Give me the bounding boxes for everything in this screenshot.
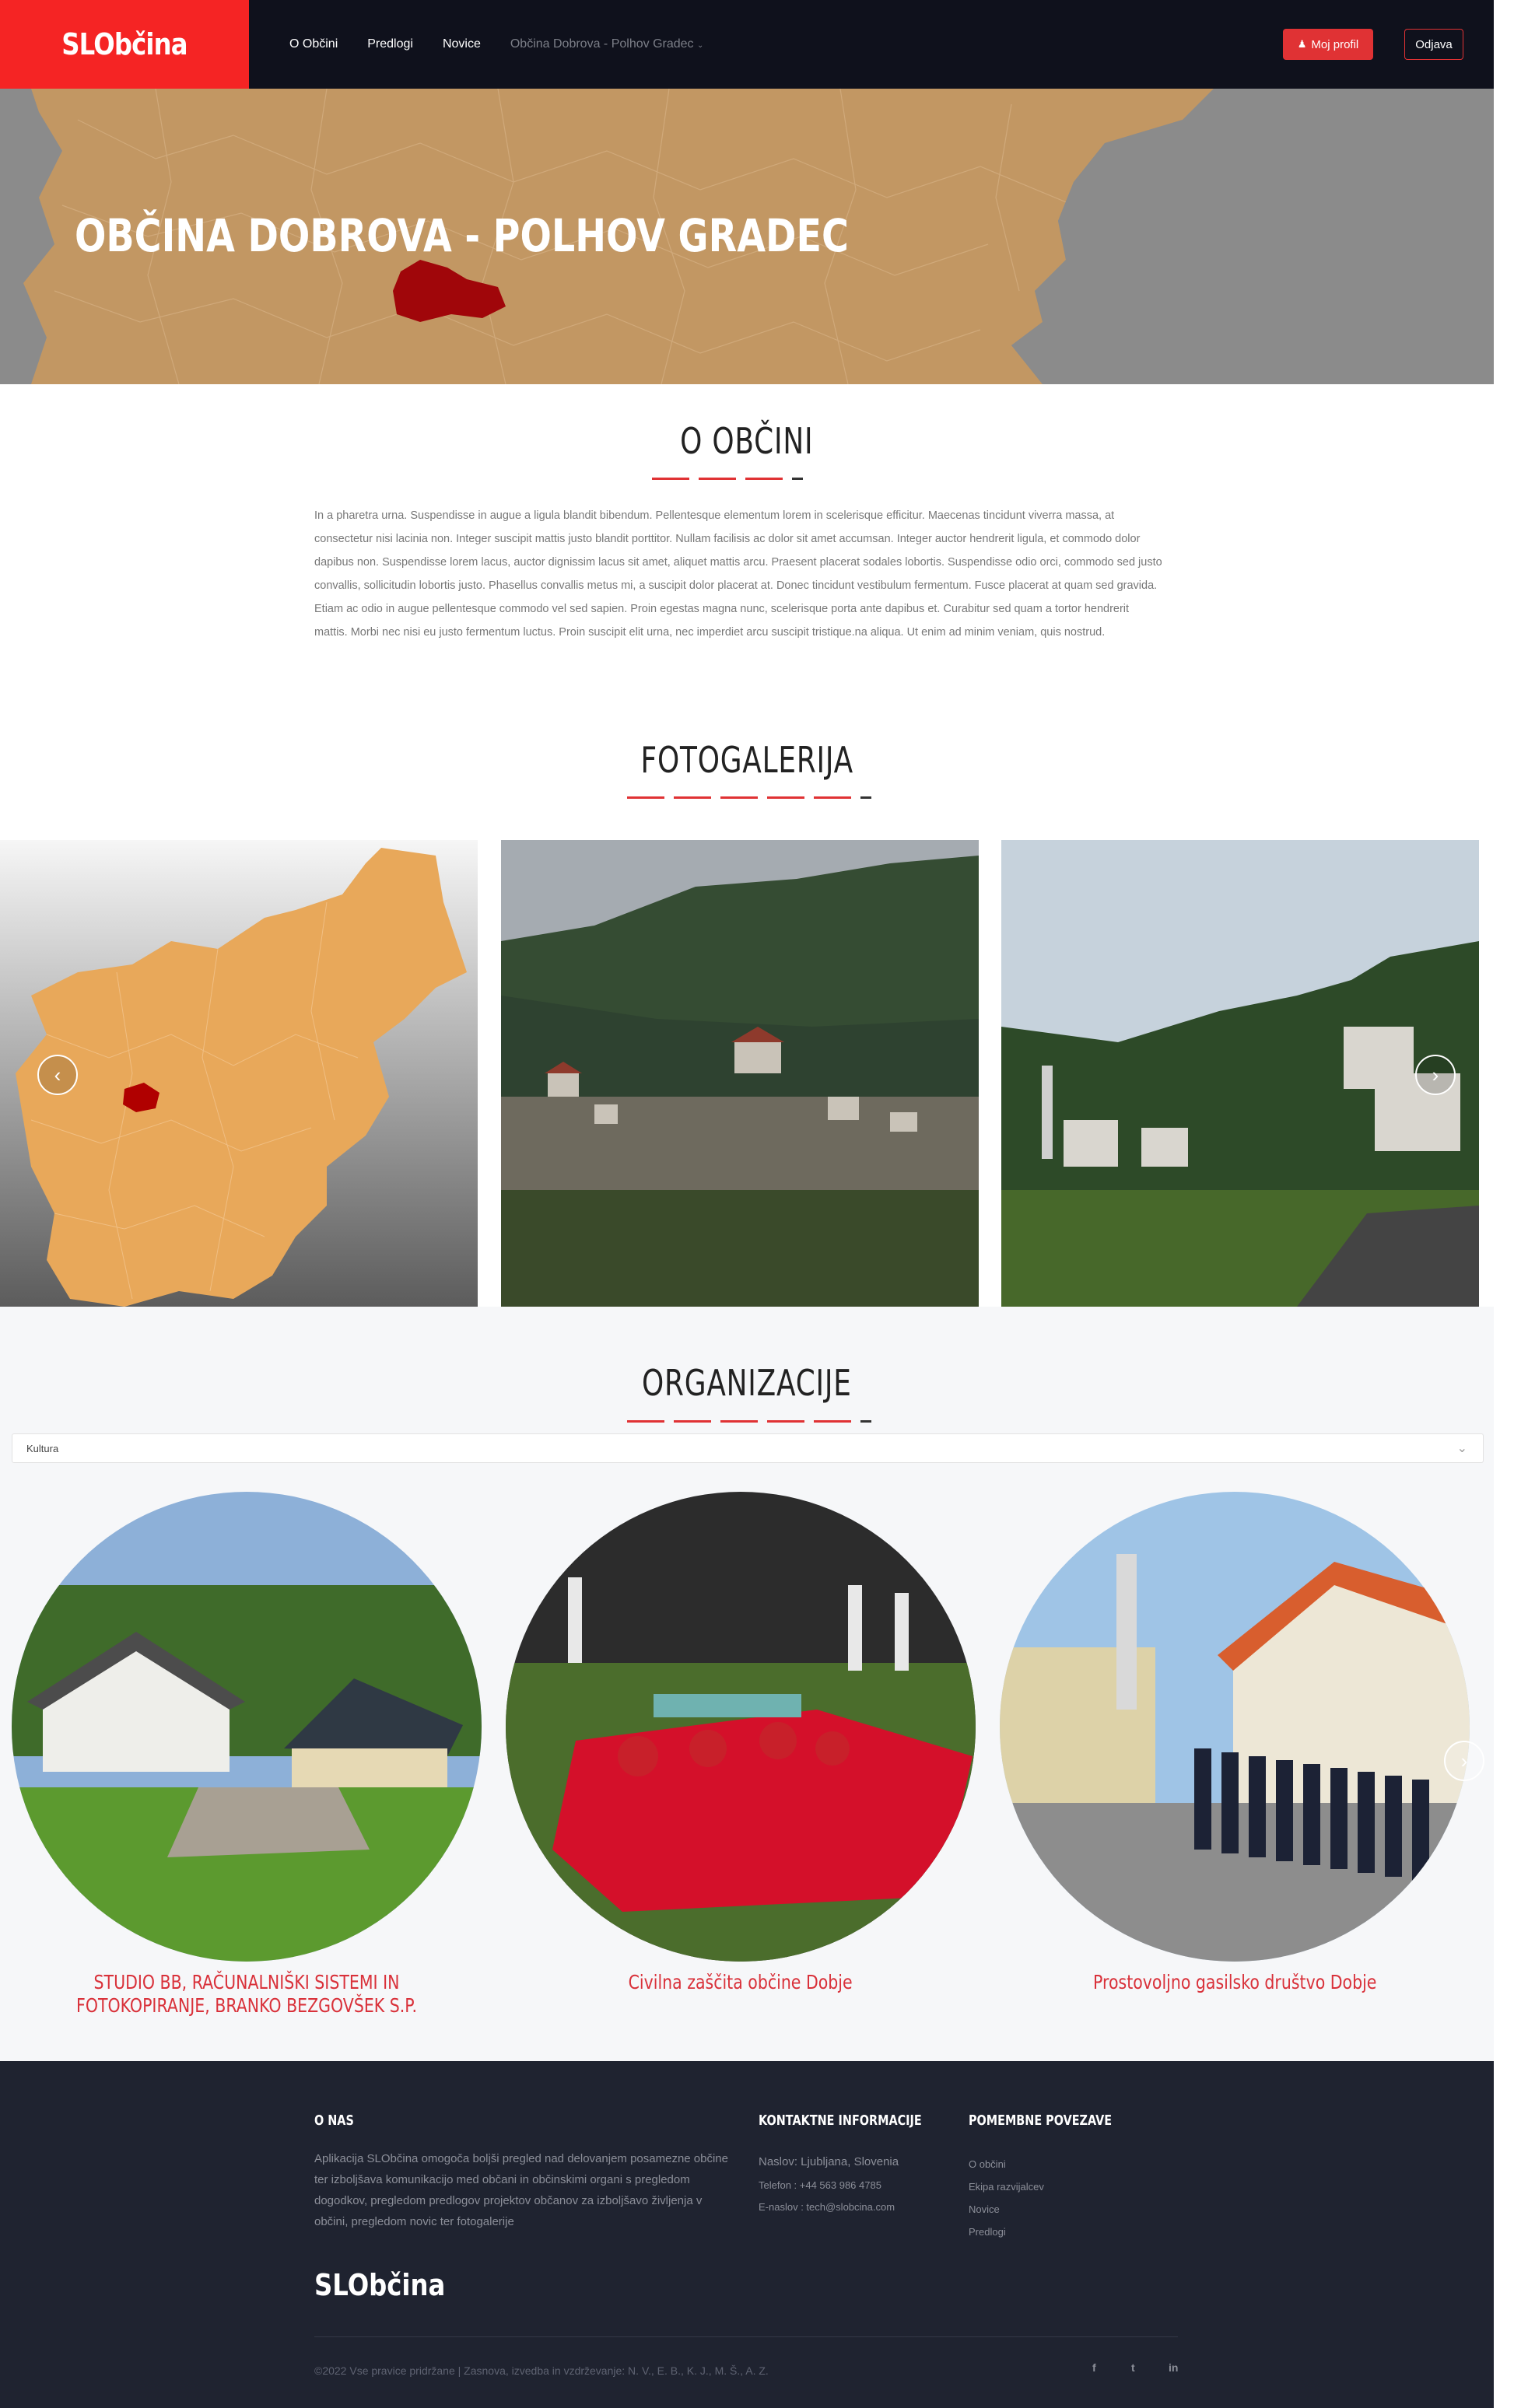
footer-link-ekipa[interactable]: Ekipa razvijalcev [969,2175,1044,2198]
footer-links: O občini Ekipa razvijalcev Novice Predlo… [969,2153,1044,2243]
org-image-studio-bb[interactable] [12,1492,482,1962]
house-photo [12,1492,482,1962]
nav-dropdown-label: Občina Dobrova - Polhov Gradec [510,37,694,51]
footer-contact-email[interactable]: E-naslov : tech@slobcina.com [759,2196,895,2217]
gallery-prev-button[interactable]: ‹ [37,1055,78,1095]
chevron-right-icon: › [1460,1748,1468,1773]
village-photo [501,840,979,1307]
chevron-left-icon: ‹ [54,1062,61,1087]
org-image-civilna-zascita[interactable] [506,1492,976,1962]
gallery-image-village[interactable] [501,840,979,1307]
footer-link-novice[interactable]: Novice [969,2198,1044,2221]
footer-brand: SLObčina [314,2268,446,2302]
brand-logo[interactable]: SLObčina [0,0,249,89]
about-title-underline [652,478,803,481]
hero-title: OBČINA DOBROVA - POLHOV GRADEC [75,209,849,262]
profile-button-label: Moj profil [1311,37,1359,51]
footer-link-predlogi[interactable]: Predlogi [969,2221,1044,2243]
gallery-image-map[interactable]: ‹ [0,840,478,1307]
organizations-title-underline [627,1420,871,1423]
logout-button[interactable]: Odjava [1404,29,1463,60]
nav-links: O Občini Predlogi Novice Občina Dobrova … [289,0,733,89]
chevron-down-icon: ⌄ [696,41,704,50]
org-name-studio-bb[interactable]: STUDIO BB, RAČUNALNIŠKI SISTEMI IN FOTOK… [0,1971,493,2018]
about-text: In a pharetra urna. Suspendisse in augue… [314,509,1162,639]
nav-link-predlogi[interactable]: Predlogi [367,37,413,51]
firefighters-photo [1000,1492,1470,1962]
chevron-right-icon: › [1432,1062,1439,1087]
org-name-pgd-dobje[interactable]: Prostovoljno gasilsko društvo Dobje [1000,1971,1470,1994]
footer-link-o-obcini[interactable]: O občini [969,2153,1044,2175]
gallery-next-button[interactable]: › [1415,1055,1456,1095]
rescue-team-photo [506,1492,976,1962]
org-name-civilna-zascita[interactable]: Civilna zaščita občine Dobje [506,1971,976,1994]
footer-contact-address: Naslov: Ljubljana, Slovenia [759,2155,899,2168]
category-select-value: Kultura [26,1442,59,1454]
organizations-title: ORGANIZACIJE [642,1362,852,1404]
footer-links-title: POMEMBNE POVEZAVE [969,2112,1113,2129]
profile-button[interactable]: ♟ Moj profil [1283,29,1373,60]
footer [0,2061,1494,2408]
linkedin-icon[interactable]: in [1169,2361,1178,2374]
church-photo [1001,840,1479,1307]
nav-link-o-obcini[interactable]: O Občini [289,37,338,51]
top-navbar: SLObčina O Občini Predlogi Novice Občina… [0,0,1494,89]
brand-text: SLObčina [61,27,187,61]
nav-dropdown-obcina[interactable]: Občina Dobrova - Polhov Gradec ⌄ [510,37,704,51]
footer-contact-phone: Telefon : +44 563 986 4785 [759,2179,881,2191]
chevron-down-icon: ⌄ [1456,1442,1467,1455]
footer-about-text: Aplikacija SLObčina omogoča boljši pregl… [314,2152,728,2228]
gallery-title: FOTOGALERIJA [640,739,853,781]
facebook-icon[interactable]: f [1092,2361,1096,2374]
gallery-image-church[interactable]: › [1001,840,1479,1307]
about-title: O OBČINI [680,420,814,462]
footer-divider [314,2336,1178,2337]
user-icon: ♟ [1297,38,1307,50]
page: SLObčina O Občini Predlogi Novice Občina… [0,0,1494,2408]
gallery-title-underline [627,796,871,800]
org-next-button[interactable]: › [1444,1741,1484,1781]
org-image-pgd-dobje[interactable] [1000,1492,1470,1962]
footer-copyright: ©2022 Vse pravice pridržane | Zasnova, i… [314,2364,769,2377]
twitter-icon[interactable]: t [1131,2361,1135,2374]
category-select[interactable]: Kultura ⌄ [12,1433,1484,1463]
hero-banner: OBČINA DOBROVA - POLHOV GRADEC [0,89,1494,384]
nav-link-novice[interactable]: Novice [443,37,481,51]
footer-contact-title: KONTAKTNE INFORMACIJE [759,2112,922,2129]
footer-about-title: O NAS [314,2112,354,2129]
